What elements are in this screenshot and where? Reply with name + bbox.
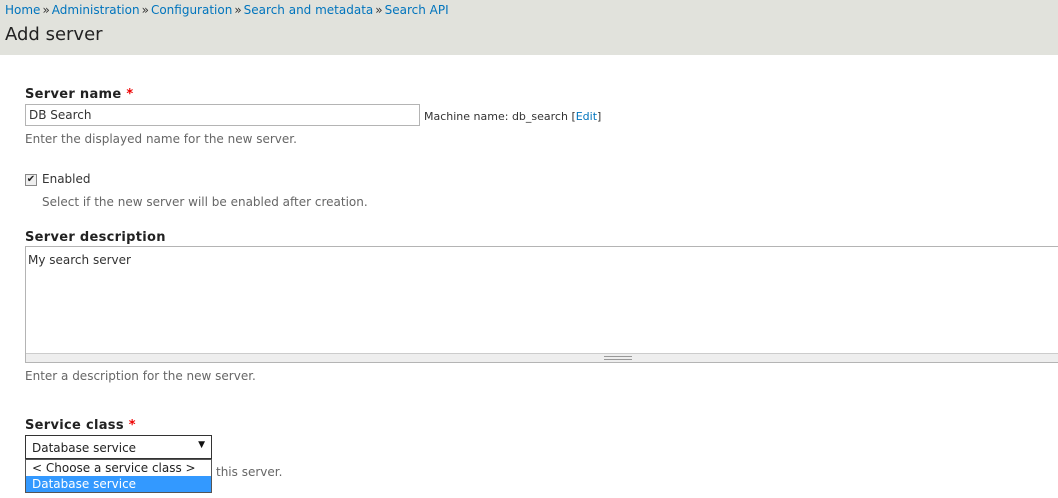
breadcrumb-home[interactable]: Home (5, 3, 40, 17)
textarea-resize-handle[interactable] (26, 353, 1058, 362)
service-class-label: Service class * (25, 418, 136, 433)
checkmark-icon: ✔ (26, 174, 36, 185)
server-description-help: Enter a description for the new server. (25, 369, 256, 383)
server-name-input[interactable] (25, 104, 420, 126)
service-class-option-selected[interactable]: Database service (26, 476, 211, 492)
server-name-description: Enter the displayed name for the new ser… (25, 132, 297, 146)
server-description-value: My search server (28, 253, 131, 267)
breadcrumb-separator: » (141, 3, 149, 17)
server-description-label: Server description (25, 230, 166, 245)
service-class-select[interactable]: Database service ▼ (25, 435, 212, 459)
breadcrumb-administration[interactable]: Administration (52, 3, 140, 17)
service-class-label-text: Service class (25, 418, 124, 433)
service-class-description: this server. (216, 465, 283, 479)
service-class-options-list: < Choose a service class > Database serv… (25, 459, 212, 493)
breadcrumb-configuration[interactable]: Configuration (151, 3, 232, 17)
page-title: Add server (5, 24, 103, 45)
server-name-label-text: Server name (25, 87, 122, 102)
breadcrumb-search-and-metadata[interactable]: Search and metadata (244, 3, 374, 17)
enabled-label: Enabled (42, 172, 91, 186)
required-marker: * (128, 418, 136, 433)
grip-icon (604, 356, 632, 360)
breadcrumb-separator: » (375, 3, 383, 17)
enabled-description: Select if the new server will be enabled… (42, 195, 368, 209)
breadcrumb-search-api[interactable]: Search API (385, 3, 449, 17)
breadcrumb: Home» Administration» Configuration» Search… (5, 3, 449, 17)
machine-name-suffix: ] (597, 110, 602, 123)
dropdown-arrow-icon: ▼ (198, 440, 205, 450)
service-class-option[interactable]: < Choose a service class > (26, 460, 211, 476)
server-description-textarea[interactable]: My search server (25, 246, 1058, 363)
enabled-checkbox[interactable]: ✔ (25, 174, 37, 186)
machine-name: Machine name: db_search [Edit] (424, 110, 601, 123)
machine-name-edit-link[interactable]: Edit (576, 110, 597, 123)
service-class-selected-value: Database service (32, 441, 137, 455)
page-header: Home» Administration» Configuration» Search… (0, 0, 1058, 55)
breadcrumb-separator: » (42, 3, 50, 17)
required-marker: * (126, 87, 134, 102)
machine-name-text: Machine name: db_search [ (424, 110, 576, 123)
breadcrumb-separator: » (234, 3, 242, 17)
server-name-label: Server name * (25, 87, 133, 102)
